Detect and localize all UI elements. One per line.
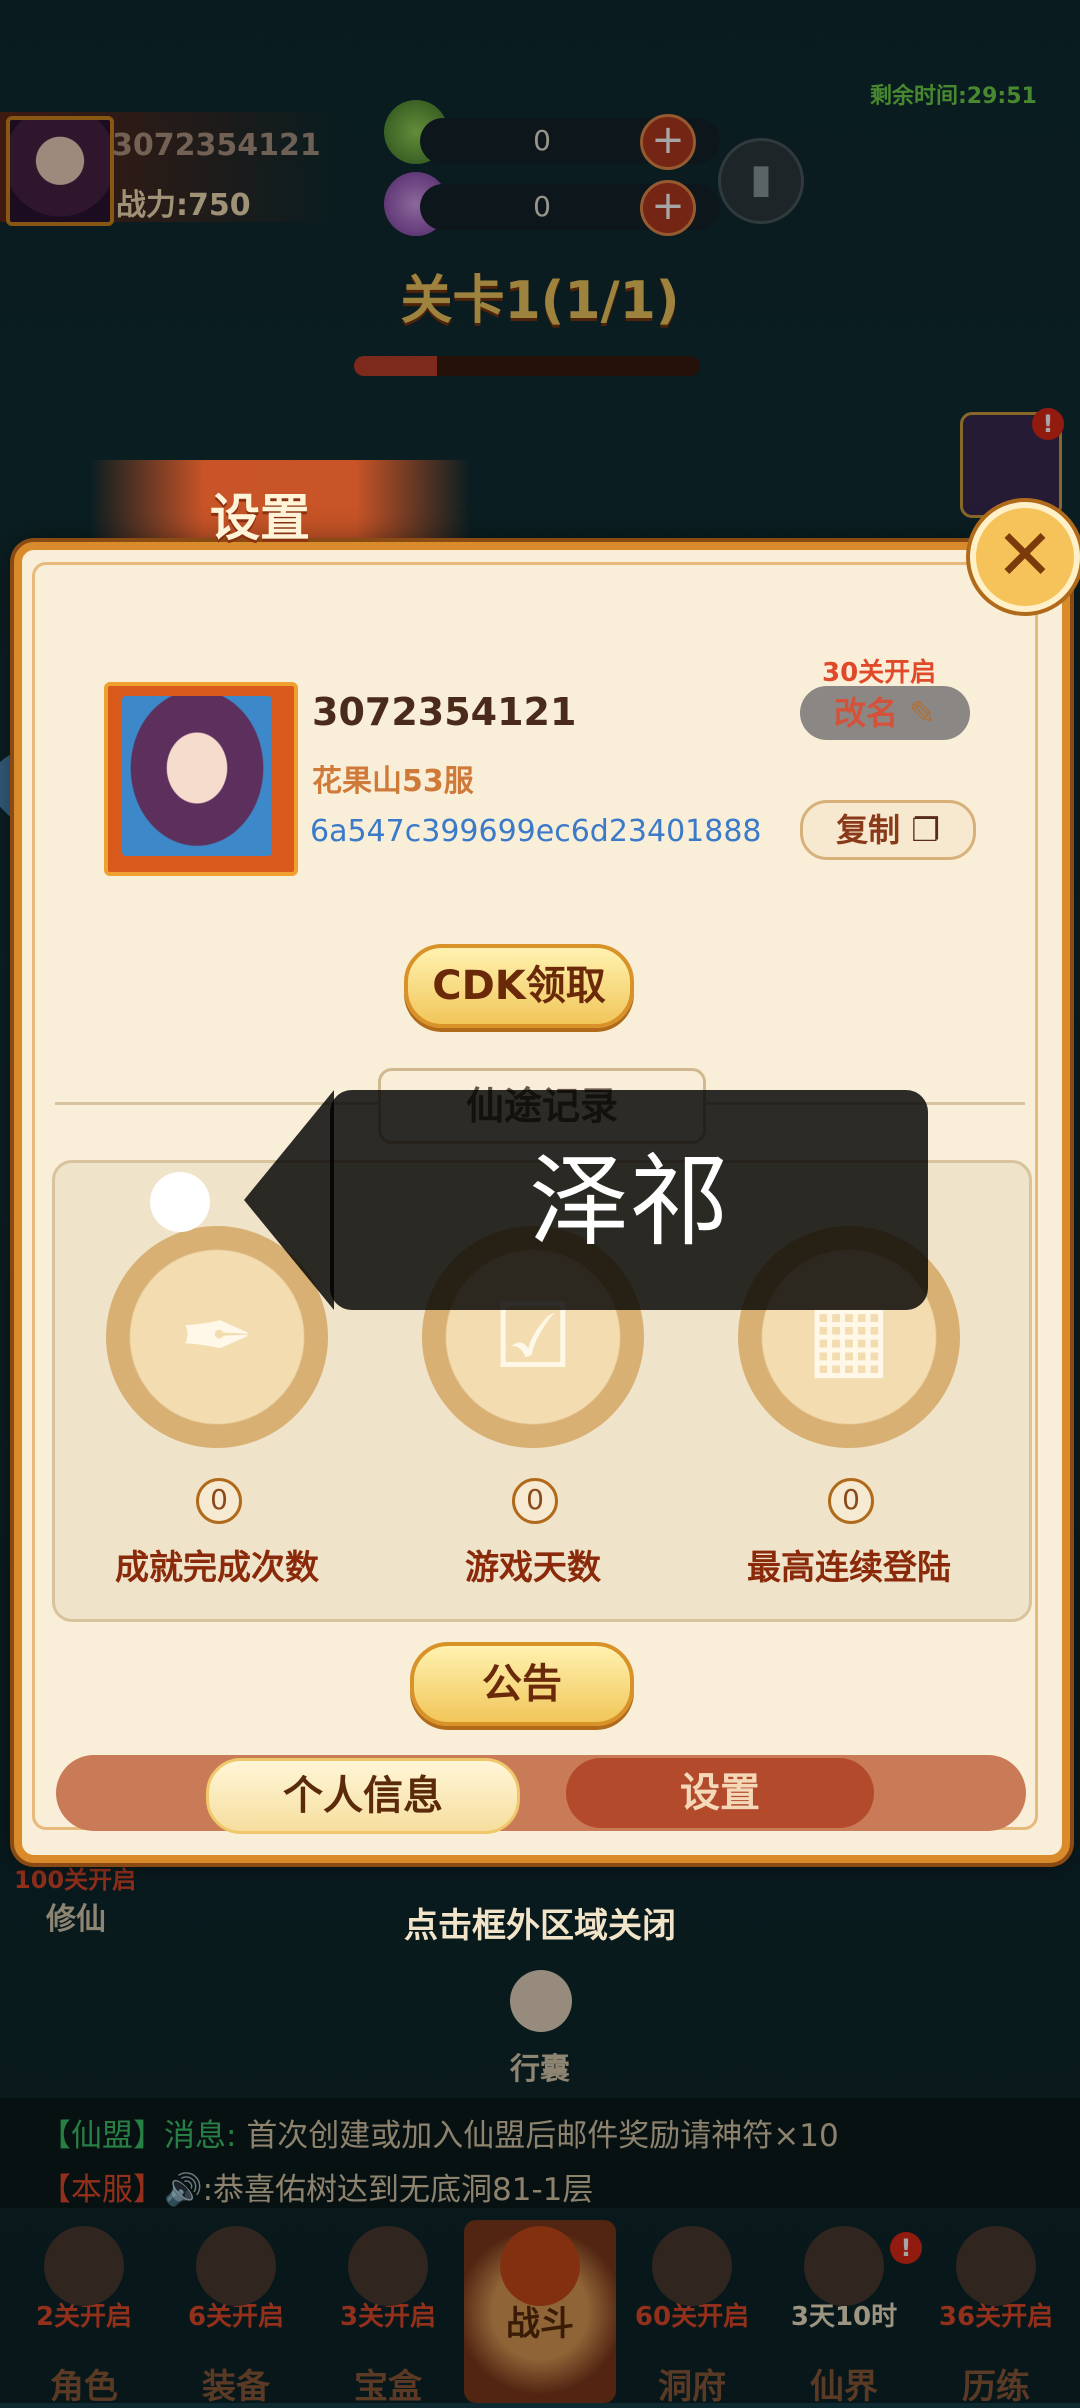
stat-label: 游戏天数 — [465, 1548, 601, 1588]
modal-tab-bar — [56, 1755, 1026, 1831]
tab-personal-info[interactable]: 个人信息 — [206, 1758, 520, 1834]
copy-label: 复制 — [836, 811, 901, 849]
notice-button[interactable]: 公告 — [410, 1642, 634, 1726]
rename-unlock-text: 30关开启 — [822, 658, 937, 688]
copy-icon: ❐ — [911, 811, 940, 849]
touch-indicator — [150, 1172, 210, 1232]
player-uid: 3072354121 — [312, 690, 577, 734]
account-id: 6a547c399699ec6d23401888 — [310, 814, 762, 849]
stat-value: 0 — [828, 1478, 874, 1524]
player-avatar[interactable] — [122, 696, 272, 856]
copy-button[interactable]: 复制 ❐ — [800, 800, 976, 860]
tab-settings[interactable]: 设置 — [566, 1758, 874, 1828]
rename-button[interactable]: 改名 ✎ — [800, 686, 970, 740]
stat-label: 最高连续登陆 — [747, 1548, 951, 1588]
modal-title: 设置 — [210, 489, 310, 547]
stat-value: 0 — [512, 1478, 558, 1524]
server-name: 花果山53服 — [312, 764, 474, 799]
toast-text: 泽祁 — [529, 1143, 729, 1260]
cdk-redeem-button[interactable]: CDK领取 — [404, 944, 634, 1028]
close-hint: 点击框外区域关闭 — [404, 1906, 676, 1946]
stat-value: 0 — [196, 1478, 242, 1524]
toast-arrow — [244, 1090, 334, 1310]
rename-label: 改名 — [834, 694, 899, 732]
brush-icon: ✎ — [909, 694, 936, 732]
stat-label: 成就完成次数 — [115, 1548, 319, 1588]
close-icon[interactable]: ✕ — [970, 502, 1080, 612]
